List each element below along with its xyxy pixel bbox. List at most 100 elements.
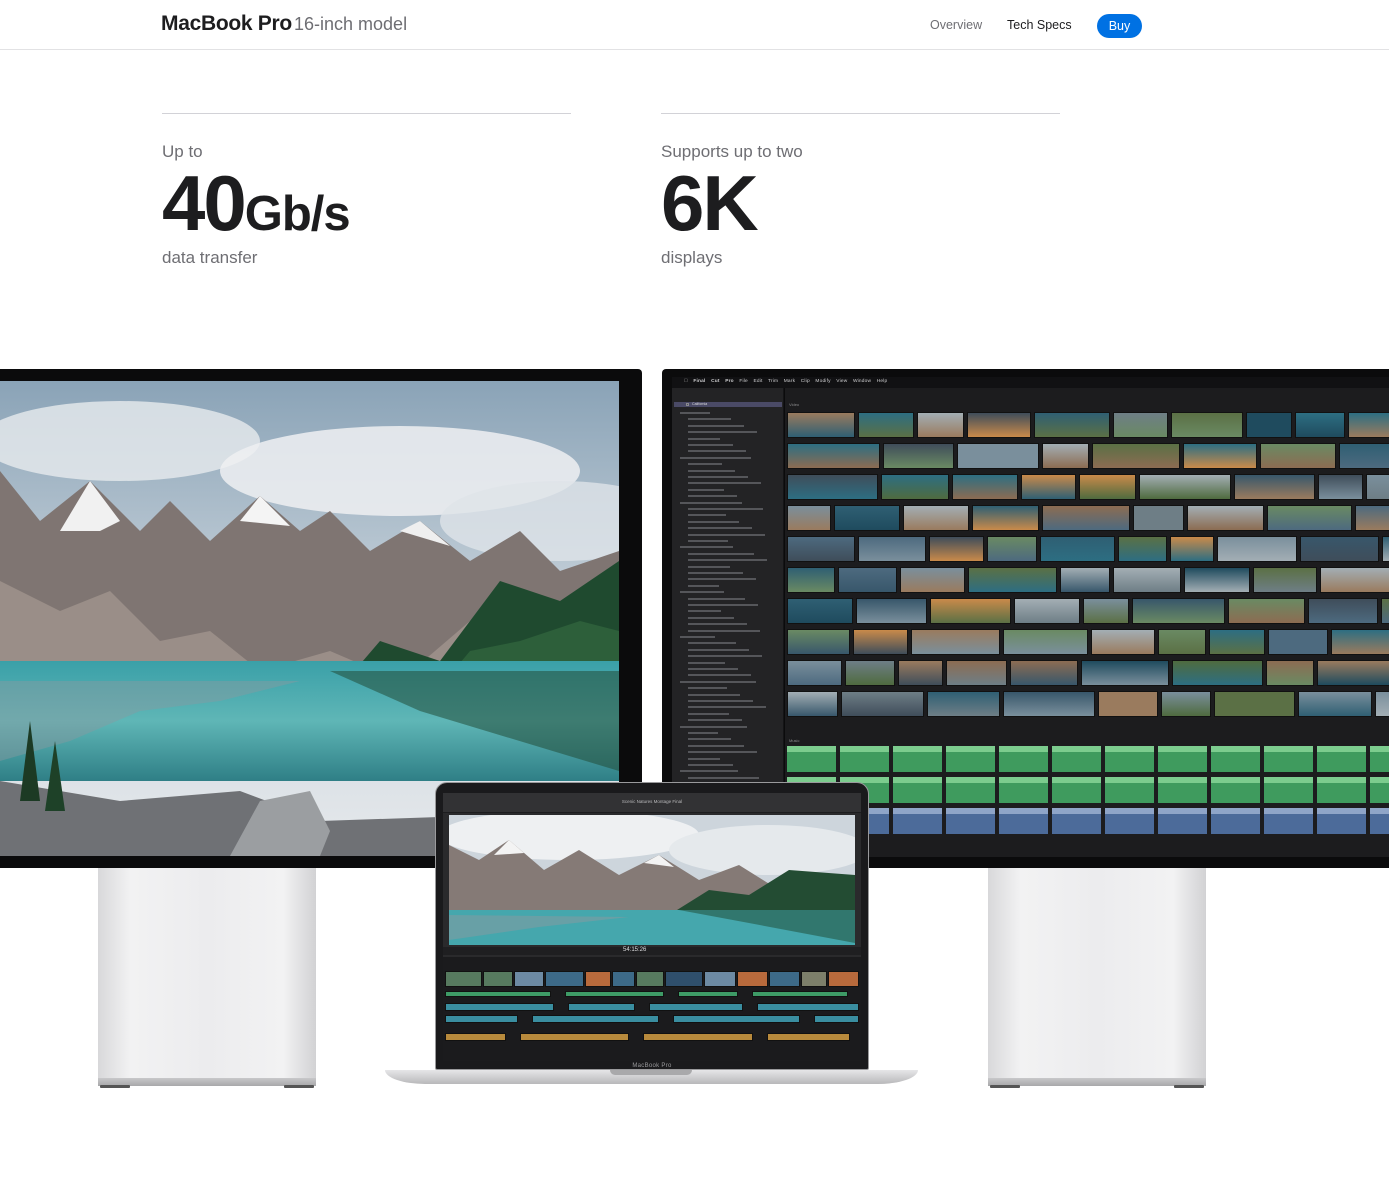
clip-thumbnail[interactable] <box>1042 443 1089 469</box>
clip-thumbnail[interactable] <box>787 505 831 531</box>
clip-thumbnail[interactable] <box>841 691 924 717</box>
sidebar-item[interactable] <box>688 674 751 677</box>
timeline-clip[interactable] <box>757 1003 859 1011</box>
sidebar-item[interactable] <box>688 578 756 581</box>
sidebar-item[interactable] <box>688 693 740 696</box>
audio-clip[interactable] <box>1105 777 1154 803</box>
buy-button[interactable]: Buy <box>1097 14 1142 38</box>
clip-thumbnail[interactable] <box>1092 443 1180 469</box>
audio-clip[interactable] <box>1264 777 1313 803</box>
clip-thumbnail[interactable] <box>787 691 838 717</box>
timeline-clip[interactable] <box>678 991 738 997</box>
clip-thumbnail[interactable] <box>1234 474 1315 500</box>
clip-thumbnail[interactable] <box>1172 660 1263 686</box>
clip-thumbnail[interactable] <box>911 629 1000 655</box>
clip-thumbnail[interactable] <box>1113 412 1168 438</box>
timeline-clip[interactable] <box>445 1003 554 1011</box>
timeline-clip[interactable] <box>649 1003 743 1011</box>
clip-thumbnail[interactable] <box>1209 629 1265 655</box>
audio-clip[interactable] <box>1317 746 1366 772</box>
clip-thumbnail[interactable] <box>881 474 949 500</box>
clip-thumbnail[interactable] <box>1366 474 1389 500</box>
audio-clip[interactable] <box>787 746 836 772</box>
audio-clip[interactable] <box>946 777 995 803</box>
clip-thumbnail[interactable] <box>787 474 878 500</box>
sidebar-item[interactable] <box>688 520 739 523</box>
clip-thumbnail[interactable] <box>1355 505 1389 531</box>
clip-thumbnail[interactable] <box>946 660 1007 686</box>
sidebar-item[interactable] <box>688 687 727 690</box>
sidebar-item[interactable] <box>680 591 724 594</box>
sidebar-item[interactable] <box>688 616 734 619</box>
audio-clip[interactable] <box>1105 808 1154 834</box>
clip-thumbnail[interactable] <box>952 474 1018 500</box>
sidebar-item[interactable] <box>688 751 757 754</box>
timeline-clip[interactable] <box>665 971 703 987</box>
sidebar-item[interactable] <box>688 655 762 658</box>
sidebar-item[interactable] <box>688 648 749 651</box>
menu-item-file[interactable]: File <box>739 379 748 384</box>
sidebar-item[interactable] <box>680 412 710 414</box>
clip-thumbnail[interactable] <box>1214 691 1295 717</box>
clip-thumbnail[interactable] <box>787 567 835 593</box>
nav-link-tech-specs[interactable]: Tech Specs <box>1007 18 1072 32</box>
sidebar-item[interactable] <box>688 661 725 664</box>
audio-clip[interactable] <box>1158 808 1207 834</box>
sidebar-item[interactable] <box>688 444 733 446</box>
timeline-clip[interactable] <box>585 971 611 987</box>
clip-thumbnail[interactable] <box>1083 598 1129 624</box>
clip-thumbnail[interactable] <box>1132 598 1225 624</box>
sidebar-item[interactable] <box>688 508 763 510</box>
timeline-clip[interactable] <box>568 1003 635 1011</box>
menu-item-view[interactable]: View <box>836 379 847 384</box>
clip-thumbnail[interactable] <box>1317 660 1389 686</box>
clip-thumbnail[interactable] <box>1382 536 1389 562</box>
clip-thumbnail[interactable] <box>1161 691 1211 717</box>
sidebar-item[interactable] <box>688 597 745 600</box>
clip-thumbnail[interactable] <box>1139 474 1231 500</box>
timeline-clip[interactable] <box>636 971 664 987</box>
sidebar-item[interactable] <box>688 604 758 606</box>
audio-clip[interactable] <box>1052 808 1101 834</box>
clip-thumbnail[interactable] <box>1308 598 1378 624</box>
timeline-clip[interactable] <box>767 1033 850 1041</box>
timeline-clip[interactable] <box>643 1033 753 1041</box>
product-title[interactable]: MacBook Pro <box>161 12 292 36</box>
menu-item-app[interactable]: Final Cut Pro <box>693 379 733 384</box>
sidebar-item[interactable] <box>688 764 733 766</box>
sidebar-item[interactable] <box>680 725 747 728</box>
audio-clip[interactable] <box>1370 777 1389 803</box>
clip-thumbnail[interactable] <box>853 629 908 655</box>
clip-thumbnail[interactable] <box>927 691 1000 717</box>
sidebar-item[interactable] <box>688 431 757 434</box>
clip-thumbnail[interactable] <box>957 443 1039 469</box>
clip-thumbnail[interactable] <box>787 598 853 624</box>
menu-item-trim[interactable]: Trim <box>768 379 778 384</box>
clip-thumbnail[interactable] <box>1295 412 1345 438</box>
clip-thumbnail[interactable] <box>1331 629 1389 655</box>
clip-thumbnail[interactable] <box>1298 691 1372 717</box>
sidebar-item[interactable] <box>688 418 731 421</box>
sidebar-item[interactable] <box>688 514 726 517</box>
audio-clip[interactable] <box>893 777 942 803</box>
menu-item-mark[interactable]: Mark <box>784 379 795 384</box>
sidebar-item[interactable] <box>680 680 756 683</box>
sidebar-item[interactable] <box>688 744 744 747</box>
clip-thumbnail[interactable] <box>1113 567 1181 593</box>
clip-thumbnail[interactable] <box>1098 691 1158 717</box>
clip-thumbnail[interactable] <box>787 536 855 562</box>
timeline-clip[interactable] <box>445 1033 506 1041</box>
clip-thumbnail[interactable] <box>1133 505 1184 531</box>
audio-clip[interactable] <box>1105 746 1154 772</box>
sidebar-item[interactable] <box>688 700 753 702</box>
sidebar-item[interactable] <box>688 623 747 626</box>
sidebar-item[interactable] <box>688 469 735 472</box>
sidebar-item[interactable] <box>688 540 728 542</box>
timeline-clip[interactable] <box>514 971 544 987</box>
clip-thumbnail[interactable] <box>1183 443 1257 469</box>
sidebar-item[interactable] <box>680 546 733 549</box>
sidebar-item[interactable] <box>688 495 737 498</box>
clip-thumbnail[interactable] <box>1246 412 1292 438</box>
timeline-clip[interactable] <box>752 991 848 997</box>
clip-thumbnail[interactable] <box>1268 629 1328 655</box>
